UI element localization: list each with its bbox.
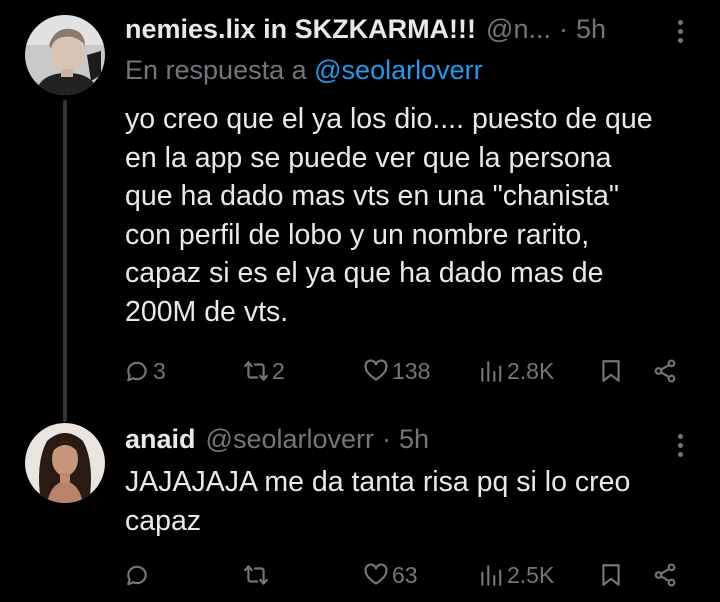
timestamp[interactable]: 5h [399,424,429,455]
reply-context: En respuesta a @seolarloverr [125,55,483,86]
retweet-count: 2 [272,357,285,384]
share-button[interactable] [652,557,678,593]
avatar-image [25,423,105,503]
separator: · [558,13,568,44]
bookmark-button[interactable] [598,353,624,389]
action-bar: 3 2 138 2.8K [0,353,720,389]
views-count: 2.8K [507,357,555,384]
more-icon[interactable] [670,428,690,462]
views-icon [481,361,502,382]
share-button[interactable] [652,353,678,389]
avatar-image [25,15,105,95]
avatar[interactable] [25,423,105,503]
retweet-button[interactable] [243,557,272,593]
tweet-text: JAJAJAJA me da tanta risa pq si lo creo … [125,466,631,537]
avatar[interactable] [25,15,105,95]
handle[interactable]: @n... [486,14,551,45]
tweet-header: anaid @seolarloverr · 5h [125,422,668,456]
retweet-icon [244,565,268,585]
action-bar: 63 2.5K [0,557,720,593]
like-button[interactable]: 138 [363,353,430,389]
bookmark-button[interactable] [598,557,624,593]
reply-count: 3 [153,357,166,384]
like-icon [364,563,388,585]
tweet-text: yo creo que el ya los dio.... puesto de … [125,103,653,328]
tweet-header: nemies.lix in SKZKARMA!!! @n... · 5h [125,12,668,46]
timestamp[interactable]: 5h [576,14,606,45]
separator: · [382,423,391,454]
handle[interactable]: @seolarloverr [206,424,374,455]
tweet-reply[interactable]: anaid @seolarloverr · 5h JAJAJAJA me da … [0,410,720,602]
reply-icon [127,565,147,586]
views-count: 2.5K [507,561,555,588]
like-button[interactable]: 63 [363,557,418,593]
display-name[interactable]: nemies.lix in SKZKARMA!!! [125,14,476,45]
bookmark-icon [602,360,620,382]
tweet-parent[interactable]: nemies.lix in SKZKARMA!!! @n... · 5h En … [0,0,720,422]
like-icon [364,359,388,381]
bookmark-icon [602,564,620,586]
retweet-button[interactable]: 2 [243,353,285,389]
views-button[interactable]: 2.5K [478,557,554,593]
reply-button[interactable] [124,557,153,593]
reply-prefix: En respuesta a [125,55,307,85]
display-name[interactable]: anaid [125,424,196,455]
views-icon [481,565,502,586]
retweet-icon [244,361,268,381]
share-icon [654,563,676,587]
like-count: 138 [392,357,431,384]
more-icon[interactable] [670,14,690,48]
views-button[interactable]: 2.8K [478,353,554,389]
like-count: 63 [392,561,418,588]
reply-icon [127,361,147,382]
share-icon [654,359,676,383]
reply-button[interactable]: 3 [124,353,166,389]
reply-mention-link[interactable]: @seolarloverr [314,55,482,85]
